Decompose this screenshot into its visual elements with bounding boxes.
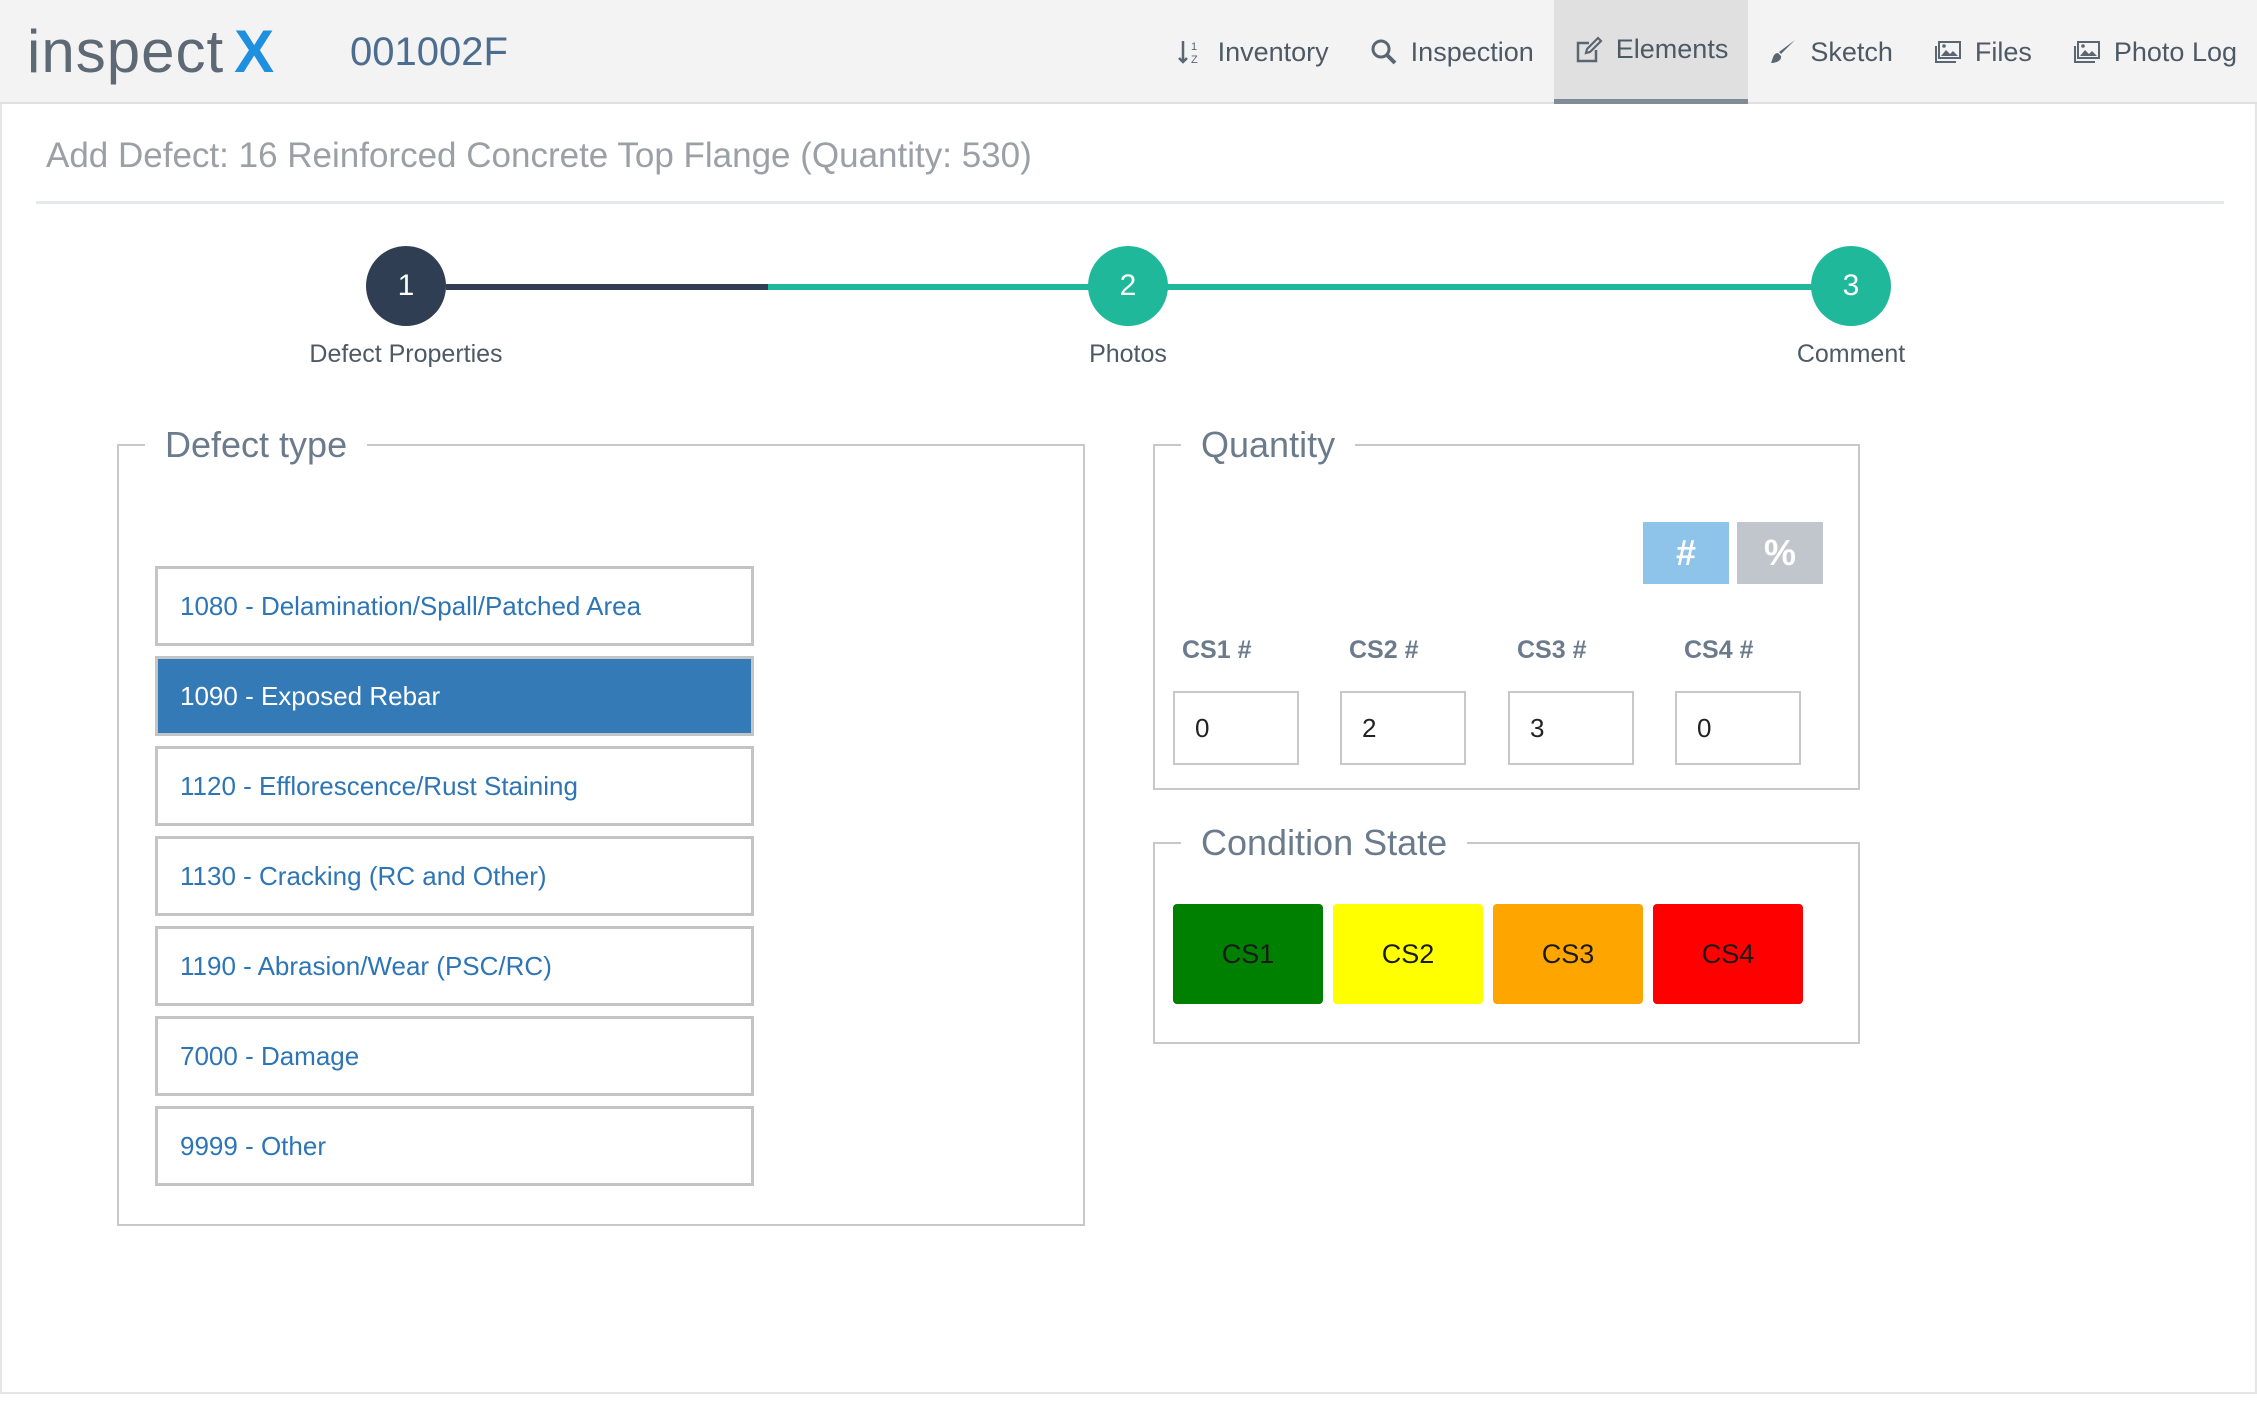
condition-state-cs2-button[interactable]: CS2 <box>1333 904 1483 1004</box>
defect-type-panel: Defect type 1080 - Delamination/Spall/Pa… <box>117 424 1085 1226</box>
cs1-quantity-input[interactable] <box>1173 691 1299 765</box>
nav-files-label: Files <box>1974 36 2032 67</box>
app-logo[interactable]: inspect X <box>27 20 275 84</box>
defect-option-1090[interactable]: 1090 - Exposed Rebar <box>155 656 754 736</box>
condition-state-panel: Condition State CS1 CS2 CS3 CS4 <box>1153 822 1860 1044</box>
defect-option-1130[interactable]: 1130 - Cracking (RC and Other) <box>155 836 754 916</box>
image-icon <box>1934 41 1961 63</box>
defect-type-list: 1080 - Delamination/Spall/Patched Area 1… <box>155 566 754 1196</box>
step-1-label: Defect Properties <box>309 340 503 368</box>
sort-icon: 1Z <box>1177 41 1198 66</box>
defect-option-1120[interactable]: 1120 - Efflorescence/Rust Staining <box>155 746 754 826</box>
step-1-circle[interactable]: 1 <box>366 246 446 326</box>
cs2-quantity-label: CS2 # <box>1349 636 1419 664</box>
step-3-circle[interactable]: 3 <box>1811 246 1891 326</box>
step-3-label: Comment <box>1796 340 1906 368</box>
svg-text:Z: Z <box>1191 54 1198 66</box>
cs2-quantity-input[interactable] <box>1340 691 1466 765</box>
nav-photo-log-label: Photo Log <box>2113 36 2237 67</box>
defect-option-7000[interactable]: 7000 - Damage <box>155 1016 754 1096</box>
cs4-quantity-input[interactable] <box>1675 691 1801 765</box>
logo-text: inspect <box>27 18 225 85</box>
step-connector-pending <box>768 284 1851 290</box>
nav-sketch-label: Sketch <box>1810 36 1893 67</box>
structure-id: 001002F <box>350 30 508 74</box>
quantity-legend: Quantity <box>1201 424 1336 465</box>
cs4-quantity-label: CS4 # <box>1684 636 1754 664</box>
step-2-circle[interactable]: 2 <box>1088 246 1168 326</box>
condition-state-legend: Condition State <box>1201 822 1448 863</box>
edit-icon <box>1576 35 1603 62</box>
top-bar: inspect X 001002F 1Z Inventory Inspection… <box>0 0 2257 104</box>
nav-photo-log[interactable]: Photo Log <box>2052 0 2257 104</box>
defect-type-legend: Defect type <box>165 424 348 465</box>
title-divider <box>36 201 2224 204</box>
step-connector-done <box>446 284 768 290</box>
brush-icon <box>1771 40 1796 63</box>
nav-elements[interactable]: Elements <box>1553 0 1749 104</box>
logo-x: X <box>234 18 276 85</box>
defect-option-9999[interactable]: 9999 - Other <box>155 1106 754 1186</box>
page-title: Add Defect: 16 Reinforced Concrete Top F… <box>46 136 1032 175</box>
nav-files[interactable]: Files <box>1913 0 2052 104</box>
nav-sketch[interactable]: Sketch <box>1748 0 1913 104</box>
cs1-quantity-label: CS1 # <box>1182 636 1252 664</box>
count-mode-toggle[interactable]: # <box>1643 522 1729 584</box>
nav-elements-label: Elements <box>1615 34 1729 64</box>
percent-mode-toggle[interactable]: % <box>1737 522 1823 584</box>
cs3-quantity-input[interactable] <box>1508 691 1634 765</box>
condition-state-cs3-button[interactable]: CS3 <box>1493 904 1643 1004</box>
svg-text:1: 1 <box>1191 41 1197 53</box>
condition-state-cs1-button[interactable]: CS1 <box>1173 904 1323 1004</box>
main-nav: 1Z Inventory Inspection Elements Sketch … <box>1156 0 2257 104</box>
defect-option-1080[interactable]: 1080 - Delamination/Spall/Patched Area <box>155 566 754 646</box>
nav-inventory[interactable]: 1Z Inventory <box>1156 0 1349 104</box>
condition-state-cs4-button[interactable]: CS4 <box>1653 904 1803 1004</box>
search-icon <box>1371 39 1397 65</box>
nav-inventory-label: Inventory <box>1217 36 1329 67</box>
step-2-label: Photos <box>1089 340 1167 368</box>
image-icon <box>2073 41 2100 63</box>
nav-inspection-label: Inspection <box>1410 36 1534 67</box>
nav-inspection[interactable]: Inspection <box>1349 0 1554 104</box>
defect-option-1190[interactable]: 1190 - Abrasion/Wear (PSC/RC) <box>155 926 754 1006</box>
cs3-quantity-label: CS3 # <box>1517 636 1587 664</box>
quantity-panel: Quantity # % CS1 # CS2 # CS3 # CS4 # <box>1153 424 1860 790</box>
